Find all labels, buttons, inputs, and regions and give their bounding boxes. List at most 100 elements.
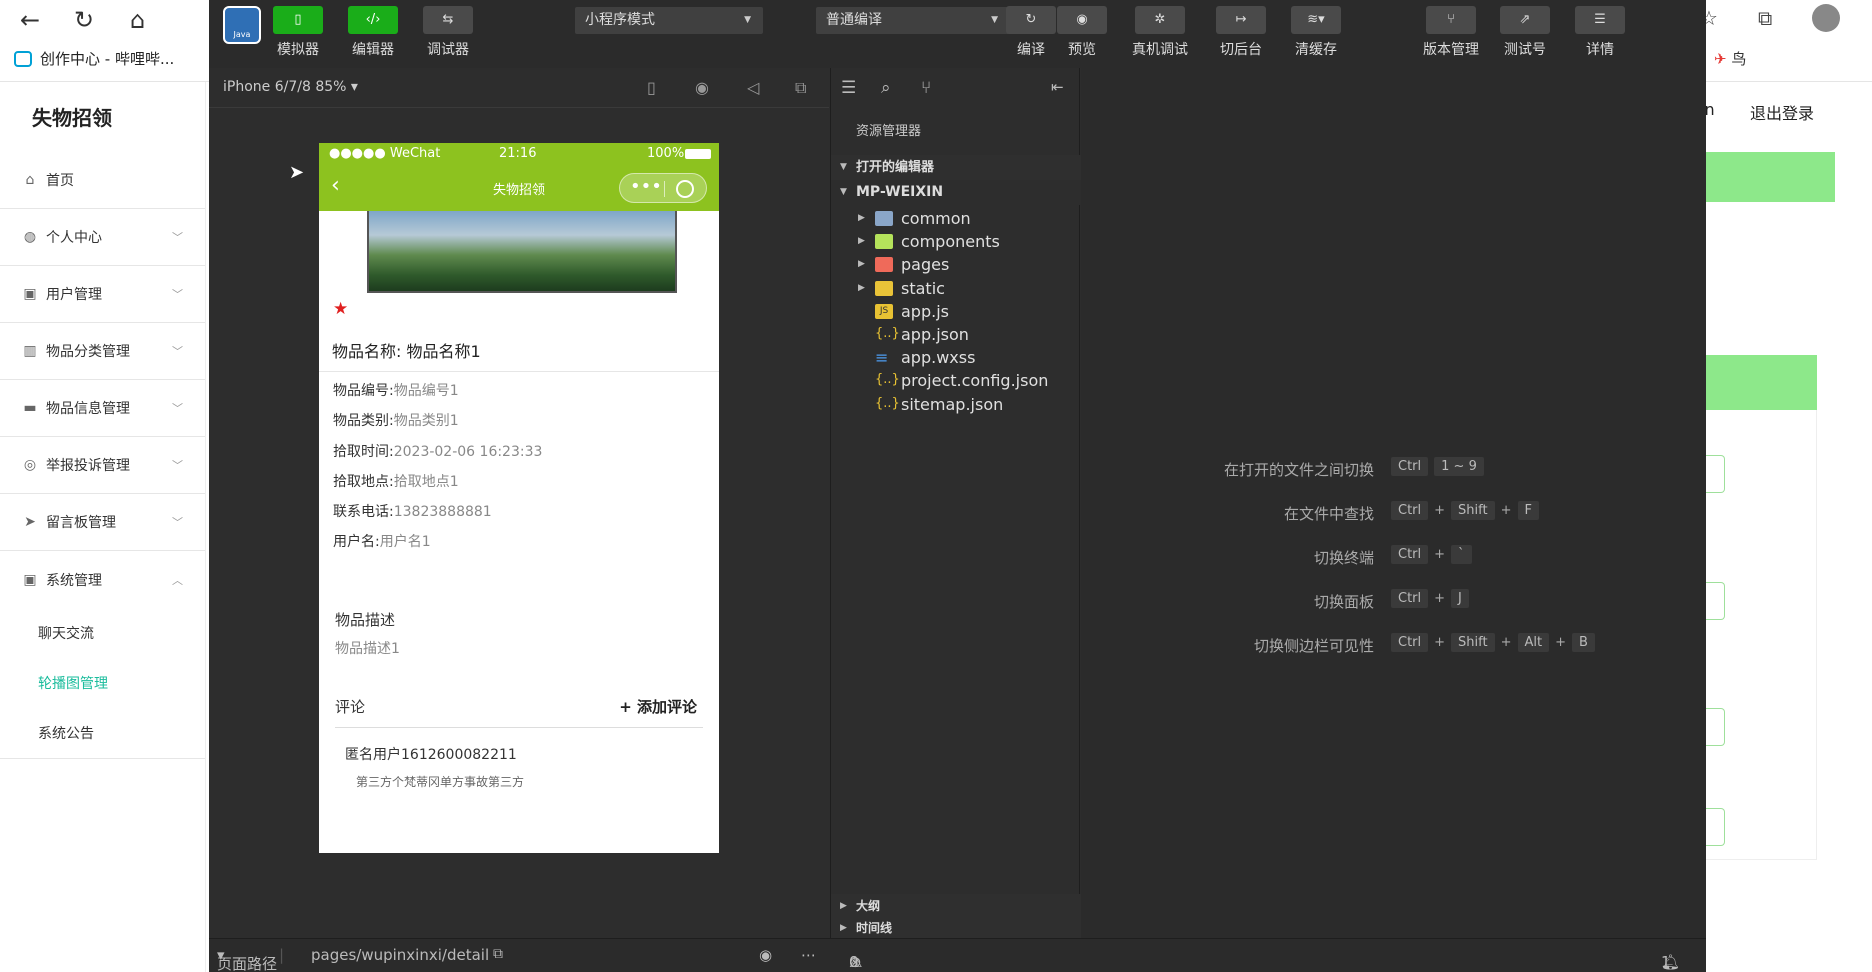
simulator-label: 模拟器 [277,42,319,58]
record-icon[interactable]: ◉ [695,78,709,97]
popout-icon[interactable]: ⧉ [795,78,806,98]
js-file-icon: JS [875,303,893,319]
mode-select[interactable]: 小程序模式 ▼ [575,7,763,34]
volume-icon[interactable]: ◁ [747,78,759,97]
row-action-button[interactable] [1705,808,1725,846]
phone-screen: ●●●●● WeChat 21:16 100% ‹ 失物招领 ••• ★ 物品名… [319,143,719,853]
compile-button[interactable]: ↻ 编译 [1003,6,1059,59]
close-circle-icon[interactable] [676,180,694,198]
plus-sign: + [1555,635,1567,650]
eye-icon: ◉ [1057,6,1107,34]
item-field-value: 物品类别1 [393,413,459,429]
item-field-value: 用户名1 [379,534,431,550]
backend-label: 切后台 [1220,42,1262,58]
more-icon[interactable]: ⋯ [801,946,816,964]
settings-icon: ▣ [23,571,37,588]
admin-menu-label: 物品分类管理 [46,344,130,360]
home-icon[interactable]: ⌂ [130,6,145,34]
git-branch-icon[interactable]: ⑂ [921,78,931,98]
debug-arrows-icon: ⇆ [423,6,473,34]
page-path-select[interactable]: 页面路径 ▾ [217,946,277,972]
key-cap: Ctrl [1391,545,1429,564]
test-account-button[interactable]: ⇗ 测试号 [1497,6,1553,59]
search-icon[interactable]: ⌕ [881,78,891,98]
eye-icon[interactable]: ◉ [759,946,772,964]
favorite-star-icon[interactable]: ★ [333,299,348,319]
admin-menu-item[interactable]: ◍ 个人中心 ﹀ [0,209,205,266]
project-section[interactable]: ▼ MP-WEIXIN [831,180,1081,205]
back-icon[interactable]: ← [20,6,40,34]
more-dots-icon[interactable]: ••• [630,176,662,197]
list-icon[interactable]: ☰ [841,78,856,98]
shortcut-keys: Ctrl + Shift + F [1391,501,1539,520]
editor-button[interactable]: ‹/› 编辑器 [345,6,401,59]
admin-menu-item[interactable]: ⌂ 首页 [0,152,205,209]
admin-submenu-item[interactable]: 轮播图管理 [0,658,205,708]
editor-label: 编辑器 [352,42,394,58]
warning-count-value: 0 [849,953,859,971]
admin-menu-item[interactable]: ➤ 留言板管理 ﹀ [0,494,205,551]
debugger-button[interactable]: ⇆ 调试器 [420,6,476,59]
bilibili-icon [14,50,32,67]
shortcut-hint: 切换终端 Ctrl + ` [1081,545,1706,567]
admin-menu-item[interactable]: ▣ 用户管理 ﹀ [0,266,205,323]
profile-avatar[interactable] [1812,4,1840,32]
bookmark-bird[interactable]: ✈ 鸟 [1714,48,1746,69]
comment-section-label: 评论 [335,698,366,716]
item-field-value: 拾取地点1 [393,474,459,490]
file-tree-item[interactable]: {..} sitemap.json [831,391,1081,418]
background-button[interactable]: ↦ 切后台 [1213,6,1269,59]
chevron-down-icon: ▼ [991,15,998,25]
copy-icon[interactable]: ⧉ [493,946,503,962]
key-cap: Ctrl [1391,633,1429,652]
row-action-button[interactable] [1705,582,1725,620]
admin-submenu-item[interactable]: 系统公告 [0,708,205,758]
timeline-section[interactable]: ▶ 时间线 [831,919,1081,938]
target-icon: ◎ [23,457,37,473]
wechat-devtools-window: Java ▯ 模拟器 ‹/› 编辑器 ⇆ 调试器 小程序模式 ▼ 普通编译 ▼ … [209,0,1706,972]
shortcut-label: 在文件中查找 [1283,505,1374,523]
capsule-menu[interactable]: ••• [619,173,707,203]
row-action-button[interactable] [1705,708,1725,746]
open-editors-section[interactable]: ▼ 打开的编辑器 [831,155,1081,180]
collapse-sidebar-icon[interactable]: ⇤ [1051,78,1064,96]
admin-submenu-item[interactable]: 聊天交流 [0,608,205,658]
explorer-title: 资源管理器 [856,124,922,139]
external-link-icon: ⇗ [1500,6,1550,34]
admin-menu-item[interactable]: ▥ 物品分类管理 ﹀ [0,323,205,380]
item-field-row: 物品编号:物品编号1 [333,380,459,400]
debugger-label: 调试器 [427,42,469,58]
item-field-row: 物品类别:物品类别1 [333,410,459,430]
admin-menu-label: 举报投诉管理 [46,458,130,474]
shortcut-keys: Ctrl 1 ~ 9 [1391,457,1484,476]
divider [319,371,719,372]
simulator-button[interactable]: ▯ 模拟器 [270,6,326,59]
description-label: 物品描述 [335,611,396,629]
compile-mode-select[interactable]: 普通编译 ▼ [816,7,1010,34]
key-cap: Ctrl [1391,501,1429,520]
java-logo-icon[interactable]: Java [223,6,261,44]
admin-menu-item[interactable]: ▣ 系统管理 ︿ [0,551,205,608]
logout-link[interactable]: 退出登录 [1750,100,1814,124]
item-field-row: 联系电话:13823888881 [333,501,492,521]
version-control-button[interactable]: ⑂ 版本管理 [1423,6,1479,59]
admin-menu-item[interactable]: ◎ 举报投诉管理 ﹀ [0,437,205,494]
version-label: 版本管理 [1423,42,1479,58]
details-button[interactable]: ☰ 详情 [1572,6,1628,59]
page-path-value: pages/wupinxinxi/detail [311,946,490,964]
bookmark-bilibili[interactable]: 创作中心 - 哔哩哔... [14,48,174,69]
key-cap: 1 ~ 9 [1434,457,1484,476]
preview-button[interactable]: ◉ 预览 [1054,6,1110,59]
item-name-label: 物品名称: [332,342,402,361]
reload-icon[interactable]: ↻ [74,6,94,34]
shortcut-hint: 在打开的文件之间切换 Ctrl 1 ~ 9 [1081,457,1706,479]
add-comment-button[interactable]: + 添加评论 [619,696,697,717]
collections-icon[interactable]: ⧉ [1758,6,1772,30]
clear-cache-button[interactable]: ≋▾ 清缓存 [1288,6,1344,59]
outline-section[interactable]: ▶ 大纲 [831,894,1081,919]
real-device-debug-button[interactable]: ✲ 真机调试 [1132,6,1188,59]
row-action-button[interactable] [1705,455,1725,493]
admin-menu-item[interactable]: ▬ 物品信息管理 ﹀ [0,380,205,437]
device-select[interactable]: iPhone 6/7/8 85% ▾ [223,79,358,95]
phone-frame-icon[interactable]: ▯ [647,78,656,97]
